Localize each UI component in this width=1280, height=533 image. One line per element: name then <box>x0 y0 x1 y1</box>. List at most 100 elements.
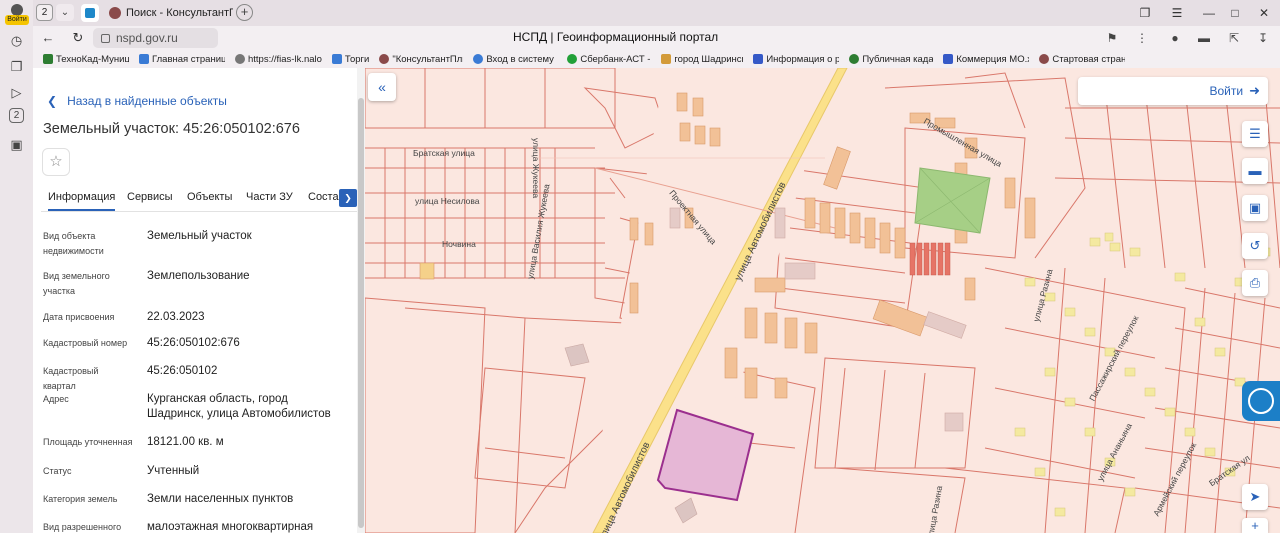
address-bar-row: ← ↻ nspd.gov.ru НСПД | Геоинформационный… <box>33 26 1280 50</box>
bookmark-icon[interactable]: ⚑ <box>1104 30 1120 46</box>
street-label: улица Жукеева <box>531 138 541 199</box>
bookmark-manager-icon[interactable]: ❐ <box>1136 4 1154 22</box>
bookmark-favicon <box>331 54 342 64</box>
cadastral-map[interactable]: Братская улица улица Несилова Ночвина ул… <box>365 68 1280 533</box>
bookmark-favicon <box>139 54 149 64</box>
history-icon[interactable]: ◷ <box>6 30 27 51</box>
prop-label: Адрес <box>43 394 69 404</box>
bookmark-favicon <box>379 54 390 64</box>
back-to-results-link[interactable]: ❮ Назад в найденные объекты <box>47 94 227 108</box>
reload-icon[interactable]: ↻ <box>69 29 87 47</box>
prop-value: 18121.00 кв. м <box>147 436 224 448</box>
prop-value: Земли населенных пунктов <box>147 493 294 505</box>
new-tab-button[interactable]: + <box>236 4 253 21</box>
login-label: Войти <box>1209 84 1244 98</box>
bookmark-item[interactable]: Информация о р <box>753 54 839 65</box>
prop-label: Категория земель <box>43 494 118 504</box>
prop-value: Учтенный <box>147 465 200 477</box>
chevron-down-icon[interactable]: ⌄ <box>56 4 74 21</box>
bookmark-item[interactable]: "КонсультантПлю <box>379 54 463 65</box>
share-icon[interactable]: ⇱ <box>1226 30 1242 46</box>
prop-label: Кадастровый квартал <box>43 366 99 391</box>
bookmark-item[interactable]: ТехноКад-Муници <box>43 54 129 65</box>
collapse-panel-button[interactable]: « <box>368 73 396 101</box>
profile-button[interactable]: Войти <box>4 3 30 29</box>
consultant-icon <box>109 7 121 19</box>
extension-icon[interactable]: ● <box>1167 30 1183 46</box>
minimize-button[interactable]: — <box>1200 4 1218 22</box>
bookmark-item[interactable]: город Шадринск <box>661 54 743 65</box>
tab-services[interactable]: Сервисы <box>127 191 173 203</box>
prop-label: Кадастровый номер <box>43 338 128 348</box>
menu-icon[interactable]: ☰ <box>1168 4 1186 22</box>
tab-objects[interactable]: Объекты <box>187 191 232 203</box>
prop-label: Вид разрешенного <box>43 522 122 532</box>
print-icon[interactable]: ⎙ <box>1242 270 1268 296</box>
bookmark-favicon <box>235 54 245 64</box>
tab-land-parts[interactable]: Части ЗУ <box>246 191 293 203</box>
tab-information[interactable]: Информация <box>48 191 116 211</box>
bookmark-favicon <box>473 54 484 64</box>
maximize-button[interactable]: □ <box>1226 4 1244 22</box>
profile-label: Войти <box>5 15 29 25</box>
close-button[interactable]: ✕ <box>1255 4 1273 22</box>
prop-label: Дата присвоения <box>43 312 115 322</box>
nspd-tab-icon[interactable] <box>81 4 99 22</box>
chevron-left-icon: ❮ <box>47 94 58 108</box>
download-icon[interactable]: ↧ <box>1255 30 1271 46</box>
login-panel: Войти ➜ <box>1078 77 1268 105</box>
zoom-in-icon[interactable]: + <box>1242 518 1268 533</box>
ruler-icon[interactable]: ▬ <box>1242 158 1268 184</box>
prop-value: Землепользование <box>147 270 250 282</box>
page-title: НСПД | Геоинформационный портал <box>513 30 719 44</box>
login-button[interactable]: Войти ➜ <box>1210 83 1261 99</box>
prop-value: 45:26:050102:676 <box>147 337 240 349</box>
bookmark-favicon <box>1039 54 1050 64</box>
share-icon[interactable]: ↺ <box>1242 233 1268 259</box>
back-link-label: Назад в найденные объекты <box>67 94 227 108</box>
bookmark-item[interactable]: Торги <box>331 54 369 65</box>
shield-icon[interactable]: ▬ <box>1196 30 1212 46</box>
back-arrow-icon[interactable]: ← <box>39 29 57 47</box>
more-icon[interactable]: ⋮ <box>1134 30 1150 46</box>
bookmark-favicon <box>849 54 860 64</box>
object-info-panel: ❮ Назад в найденные объекты Земельный уч… <box>33 68 357 533</box>
bookmark-item[interactable]: Вход в систему : <box>473 54 557 65</box>
lock-icon <box>101 33 110 43</box>
scroll-thumb[interactable] <box>358 98 364 528</box>
url-text: nspd.gov.ru <box>116 31 178 45</box>
bookmarks-bar: ТехноКад-Муници Главная страниц https://… <box>33 50 1280 68</box>
star-icon[interactable]: ☆ <box>42 148 70 176</box>
prop-value: Земельный участок <box>147 230 252 242</box>
prop-value: малоэтажная многоквартирная <box>147 521 314 533</box>
bookmark-favicon <box>753 54 764 64</box>
street-label: Ночвина <box>442 239 476 249</box>
bookmark-item[interactable]: Главная страниц <box>139 54 225 65</box>
prop-value: 22.03.2023 <box>147 311 205 323</box>
bookmark-item[interactable]: https://fias-lk.nalo <box>235 54 322 65</box>
consultant-widget-button[interactable] <box>1242 381 1280 421</box>
tab-composition[interactable]: Соста <box>308 191 339 203</box>
tabs-scroll-right-icon[interactable]: ❯ <box>339 189 357 207</box>
url-field[interactable]: nspd.gov.ru <box>93 28 218 48</box>
screenshot-icon[interactable]: ▣ <box>6 134 27 155</box>
bookmark-item[interactable]: Стартовая стран <box>1039 54 1125 65</box>
tab-title: Поиск - КонсультантПлюс <box>126 7 233 19</box>
locate-icon[interactable]: ➤ <box>1242 484 1268 510</box>
prop-value: Курганская область, город Шадринск, улиц… <box>147 393 331 420</box>
prop-label: Вид земельного участка <box>43 271 110 296</box>
street-label: Братская улица <box>413 148 475 158</box>
collections-icon[interactable]: ❐ <box>6 56 27 77</box>
prop-label: Статус <box>43 466 72 476</box>
tab-count-icon[interactable]: 2 <box>9 108 24 123</box>
tab-count-badge[interactable]: 2 <box>36 4 53 21</box>
layers-icon[interactable]: ☰ <box>1242 121 1268 147</box>
tab-bar: 2 ⌄ Поиск - КонсультантПлюс + ❐ ☰ — □ ✕ <box>33 0 1280 26</box>
bookmark-item[interactable]: Коммерция МО.х <box>943 54 1029 65</box>
bookmark-item[interactable]: Публичная кадас <box>849 54 933 65</box>
panel-scrollbar[interactable] <box>357 68 365 533</box>
tab-consultant[interactable]: Поиск - КонсультантПлюс <box>105 2 233 24</box>
bookmark-item[interactable]: Сбербанк-АСТ - : <box>567 54 651 65</box>
select-area-icon[interactable]: ▣ <box>1242 195 1268 221</box>
play-icon[interactable]: ▷ <box>6 82 27 103</box>
